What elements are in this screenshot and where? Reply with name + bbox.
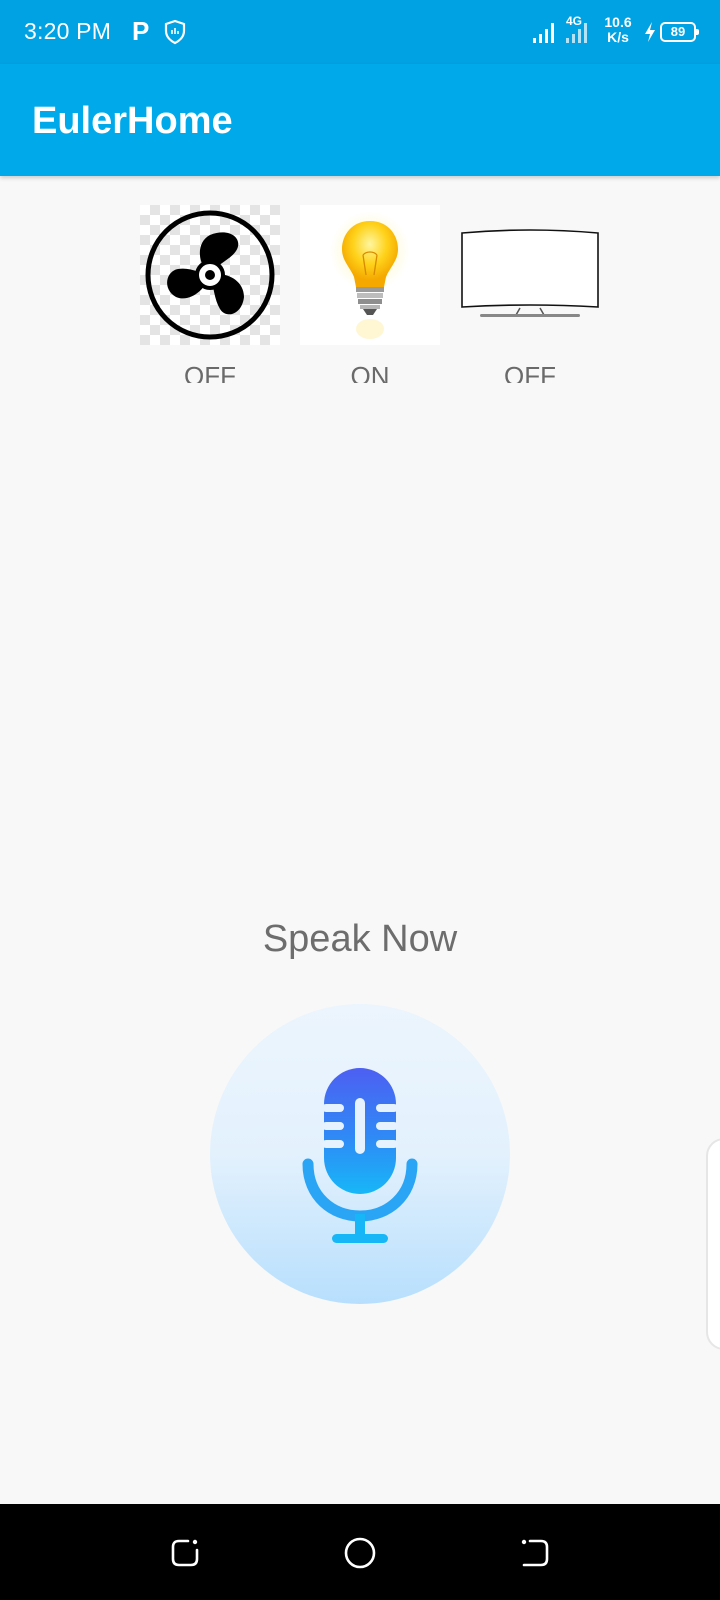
speak-now-title: Speak Now bbox=[262, 918, 458, 960]
tv-icon bbox=[461, 229, 599, 317]
shield-icon bbox=[164, 19, 186, 45]
fan-state-label: OFF bbox=[184, 361, 236, 383]
app-bar: EulerHome bbox=[0, 64, 720, 176]
edge-panel-handle[interactable] bbox=[706, 1138, 720, 1350]
parking-app-icon: P bbox=[132, 16, 150, 46]
home-icon[interactable] bbox=[343, 1536, 377, 1570]
network-speed-value: 10.6 bbox=[604, 14, 632, 30]
back-icon[interactable] bbox=[518, 1536, 552, 1570]
fan-icon bbox=[145, 210, 275, 340]
status-time: 3:20 PM bbox=[24, 18, 112, 44]
device-tv[interactable]: OFF bbox=[460, 205, 600, 383]
mic-button[interactable] bbox=[210, 1004, 510, 1304]
fan-image[interactable] bbox=[140, 205, 280, 345]
network-speed-unit: K/s bbox=[607, 29, 629, 45]
microphone-icon bbox=[302, 1068, 418, 1243]
signal-icon bbox=[533, 23, 554, 43]
app-title: EulerHome bbox=[32, 100, 233, 142]
navigation-bar bbox=[0, 1504, 720, 1600]
charging-icon bbox=[645, 22, 655, 42]
status-bar: 3:20 PM P 4G 10.6 K/s 89 bbox=[0, 0, 720, 64]
network-type: 4G bbox=[566, 14, 583, 28]
device-fan[interactable]: OFF bbox=[140, 205, 280, 383]
light-bulb-icon bbox=[330, 211, 410, 339]
tv-state-label: OFF bbox=[504, 361, 556, 383]
battery-indicator: 89 bbox=[660, 22, 699, 42]
network-speed: 10.6 K/s bbox=[600, 15, 636, 45]
device-bulb[interactable]: ON bbox=[300, 205, 440, 383]
recent-apps-icon[interactable] bbox=[168, 1536, 202, 1570]
bulb-image[interactable] bbox=[300, 205, 440, 345]
tv-image[interactable] bbox=[460, 205, 600, 345]
bulb-state-label: ON bbox=[350, 361, 390, 383]
